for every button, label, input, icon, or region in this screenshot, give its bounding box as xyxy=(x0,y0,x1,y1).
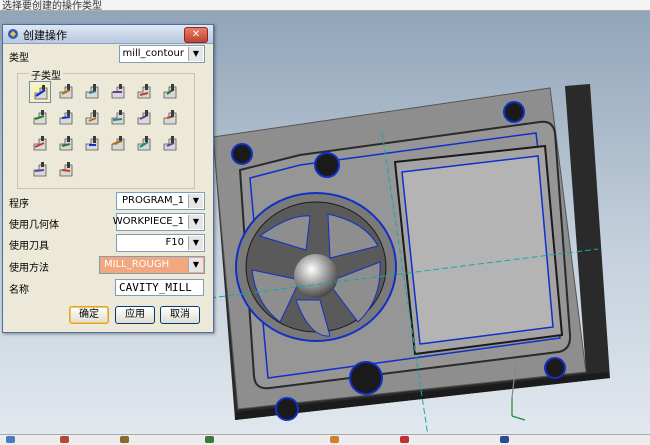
flowcut-ref-tool-icon[interactable] xyxy=(81,133,103,155)
program-select[interactable]: PROGRAM_1 ▼ xyxy=(116,192,205,210)
tool-select[interactable]: F10 ▼ xyxy=(116,234,205,252)
point-icon[interactable] xyxy=(400,436,409,443)
close-icon: ✕ xyxy=(191,29,201,40)
method-value: MILL_ROUGH xyxy=(104,259,170,270)
dialog-titlebar[interactable]: 创建操作 ✕ xyxy=(3,25,213,44)
select-icon[interactable] xyxy=(330,436,339,443)
flowcut-multiple-icon[interactable] xyxy=(55,133,77,155)
subtype-label: 子类型 xyxy=(29,67,63,82)
cavity-mill-icon[interactable] xyxy=(29,81,51,103)
contour-steep-icon[interactable] xyxy=(159,107,181,129)
dialog-title: 创建操作 xyxy=(23,29,67,42)
bottom-toolbar xyxy=(0,434,650,445)
chevron-down-icon: ▼ xyxy=(188,47,203,61)
flowcut-single-icon[interactable] xyxy=(29,133,51,155)
geometry-select[interactable]: WORKPIECE_1 ▼ xyxy=(112,213,205,231)
render-icon[interactable] xyxy=(60,436,69,443)
chevron-down-icon: ▼ xyxy=(188,215,203,229)
layer-icon[interactable] xyxy=(500,436,509,443)
contour-text-icon[interactable] xyxy=(159,133,181,155)
tool-value: F10 xyxy=(165,237,184,248)
chevron-down-icon: ▼ xyxy=(188,194,203,208)
type-value: mill_contour xyxy=(122,48,184,59)
name-input[interactable]: CAVITY_MILL xyxy=(115,279,204,296)
corner-rough-icon[interactable] xyxy=(81,81,103,103)
zlevel-profile-icon[interactable] xyxy=(133,81,155,103)
plunge-mill-icon[interactable] xyxy=(55,81,77,103)
streamline-icon[interactable] xyxy=(107,107,129,129)
close-button[interactable]: ✕ xyxy=(184,27,208,43)
method-label: 使用方法 xyxy=(9,263,49,274)
tool-label: 使用刀具 xyxy=(9,241,49,252)
contour-non-steep-icon[interactable] xyxy=(133,107,155,129)
mill-user-icon[interactable] xyxy=(55,159,77,181)
method-select[interactable]: MILL_ROUGH ▼ xyxy=(99,256,205,274)
chevron-down-icon: ▼ xyxy=(188,236,203,250)
nx-app-icon xyxy=(8,29,18,39)
fixed-contour-icon[interactable] xyxy=(29,107,51,129)
create-operation-dialog[interactable]: 创建操作 ✕ 类型 mill_contour ▼ 子类型 程序 PROGRAM_… xyxy=(2,24,214,333)
sphere-feature xyxy=(294,254,338,298)
apply-button[interactable]: 应用 xyxy=(115,306,155,324)
ok-button[interactable]: 确定 xyxy=(69,306,109,324)
mill-control-icon[interactable] xyxy=(29,159,51,181)
cancel-button[interactable]: 取消 xyxy=(160,306,200,324)
contour-surface-icon[interactable] xyxy=(81,107,103,129)
geometry-label: 使用几何体 xyxy=(9,220,59,231)
program-value: PROGRAM_1 xyxy=(122,195,184,206)
zlevel-corner-icon[interactable] xyxy=(159,81,181,103)
contour-profile-icon[interactable] xyxy=(133,133,155,155)
type-label: 类型 xyxy=(9,53,29,64)
rest-mill-icon[interactable] xyxy=(107,81,129,103)
snap-icon[interactable] xyxy=(120,436,129,443)
flowcut-smooth-icon[interactable] xyxy=(107,133,129,155)
name-value: CAVITY_MILL xyxy=(119,281,192,294)
filter-icon[interactable] xyxy=(205,436,214,443)
program-label: 程序 xyxy=(9,199,29,210)
view-icon[interactable] xyxy=(6,436,15,443)
type-select[interactable]: mill_contour ▼ xyxy=(119,45,205,63)
contour-area-icon[interactable] xyxy=(55,107,77,129)
geometry-value: WORKPIECE_1 xyxy=(112,216,184,227)
name-label: 名称 xyxy=(9,285,29,296)
chevron-down-icon: ▼ xyxy=(188,258,203,272)
